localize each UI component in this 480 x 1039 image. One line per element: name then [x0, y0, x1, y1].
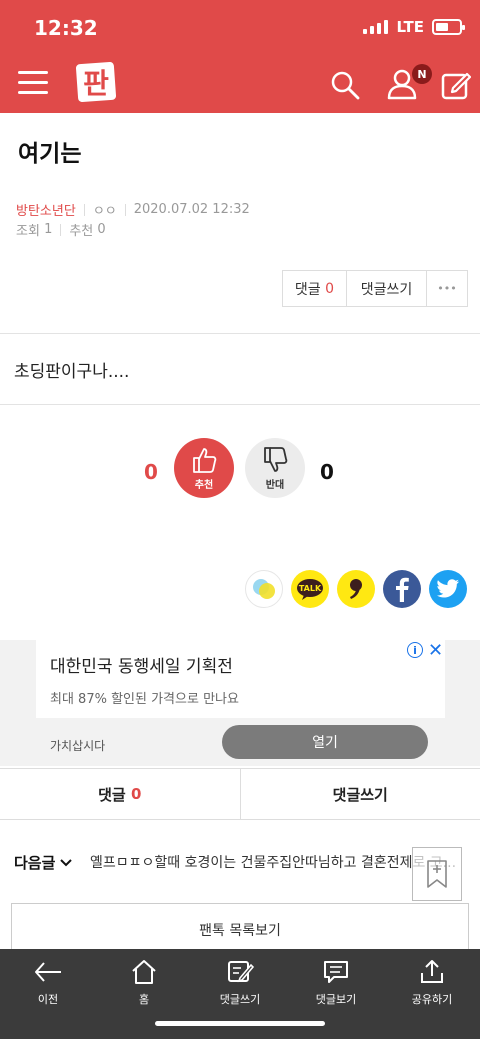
status-time: 12:32: [34, 16, 98, 40]
thumbs-down-icon: [264, 446, 288, 472]
signal-icon: [363, 20, 389, 34]
upvote-button[interactable]: 추천: [174, 438, 234, 498]
ad-brand: 가치삽시다: [50, 739, 106, 753]
post-actions: 댓글 0 댓글쓰기 •••: [282, 270, 468, 307]
downvote-button[interactable]: 반대: [245, 438, 305, 498]
next-post-title[interactable]: 옐프ㅁㅍㅇ할때 호경이는 건물주집안따님하고 결혼전제로 고...: [90, 852, 462, 872]
share-kakaostory-button[interactable]: [337, 570, 375, 608]
toolbar-share[interactable]: 공유하기: [384, 949, 480, 1039]
twitter-icon: [437, 579, 459, 598]
kakaotalk-text: TALK: [299, 584, 322, 593]
share-facebook-button[interactable]: [383, 570, 421, 608]
post-meta-author: 방탄소년단 ㅇㅇ 2020.07.02 12:32: [16, 200, 250, 219]
logo-text: 판: [83, 67, 109, 100]
downvote-count: 0: [320, 460, 334, 484]
post-meta-stats: 조회 1 추천 0: [16, 220, 106, 239]
write-comment-button[interactable]: 댓글쓰기: [347, 271, 427, 306]
share-kakaotalk-button[interactable]: TALK: [291, 570, 329, 608]
comment-count: 0: [325, 280, 335, 297]
comment-bar: 댓글 0 댓글쓰기: [0, 768, 480, 820]
recommend-count: 0: [97, 222, 106, 237]
write-comment-tab[interactable]: 댓글쓰기: [241, 769, 480, 819]
post-title: 여기는: [18, 141, 82, 167]
comment-tab[interactable]: 댓글 0: [0, 769, 241, 819]
view-comments-icon: [324, 961, 348, 983]
comment-bar-count: 0: [130, 785, 142, 803]
home-indicator: [155, 1021, 325, 1026]
fantalk-list-button[interactable]: 팬톡 목록보기: [11, 903, 469, 955]
post-body: 초딩판이구나....: [14, 362, 130, 382]
views-label: 조회: [16, 224, 40, 239]
home-icon: [132, 960, 156, 984]
post-datetime: 2020.07.02 12:32: [133, 202, 250, 217]
divider: [0, 333, 480, 334]
sub-author: ㅇㅇ: [92, 204, 117, 219]
downvote-label: 반대: [265, 479, 285, 491]
next-post-toggle[interactable]: 다음글: [14, 852, 73, 873]
more-button[interactable]: •••: [427, 271, 467, 306]
search-icon[interactable]: [330, 70, 360, 100]
thumbs-up-icon: [193, 447, 217, 473]
share-icon: [421, 960, 443, 983]
share-line-button[interactable]: [245, 570, 283, 608]
comment-button[interactable]: 댓글 0: [283, 271, 347, 306]
ad-title[interactable]: 대한민국 동행세일 기획전: [50, 652, 233, 677]
status-indicators: LTE: [363, 18, 465, 36]
facebook-icon: [396, 577, 409, 602]
back-arrow-icon: [35, 962, 61, 982]
bookmark-add-icon: [427, 860, 447, 888]
battery-icon: [432, 19, 465, 35]
bookmark-button[interactable]: [412, 847, 462, 901]
chevron-down-icon: [60, 858, 73, 866]
notification-badge: N: [412, 64, 432, 84]
ad-open-button[interactable]: 열기: [222, 725, 428, 759]
pann-logo[interactable]: 판: [76, 62, 116, 102]
views-count: 1: [44, 222, 53, 237]
ad-subtitle: 최대 87% 할인된 가격으로 만나요: [50, 692, 239, 707]
ad-info-icon[interactable]: i: [407, 642, 423, 658]
upvote-count: 0: [144, 460, 158, 484]
share-twitter-button[interactable]: [429, 570, 467, 608]
recommend-label: 추천: [69, 224, 94, 239]
divider: [0, 404, 480, 405]
network-type: LTE: [396, 18, 424, 36]
kakaostory-icon: [350, 579, 362, 599]
author-name[interactable]: 방탄소년단: [16, 200, 76, 219]
line-share-icon: [253, 579, 275, 599]
toolbar-back[interactable]: 이전: [0, 949, 96, 1039]
upvote-label: 추천: [194, 479, 214, 491]
kakaotalk-icon: TALK: [297, 579, 323, 600]
menu-icon[interactable]: [18, 71, 48, 95]
write-comment-icon: [228, 961, 254, 983]
ad-close-icon[interactable]: ✕: [428, 640, 443, 661]
write-post-icon[interactable]: [441, 70, 471, 100]
